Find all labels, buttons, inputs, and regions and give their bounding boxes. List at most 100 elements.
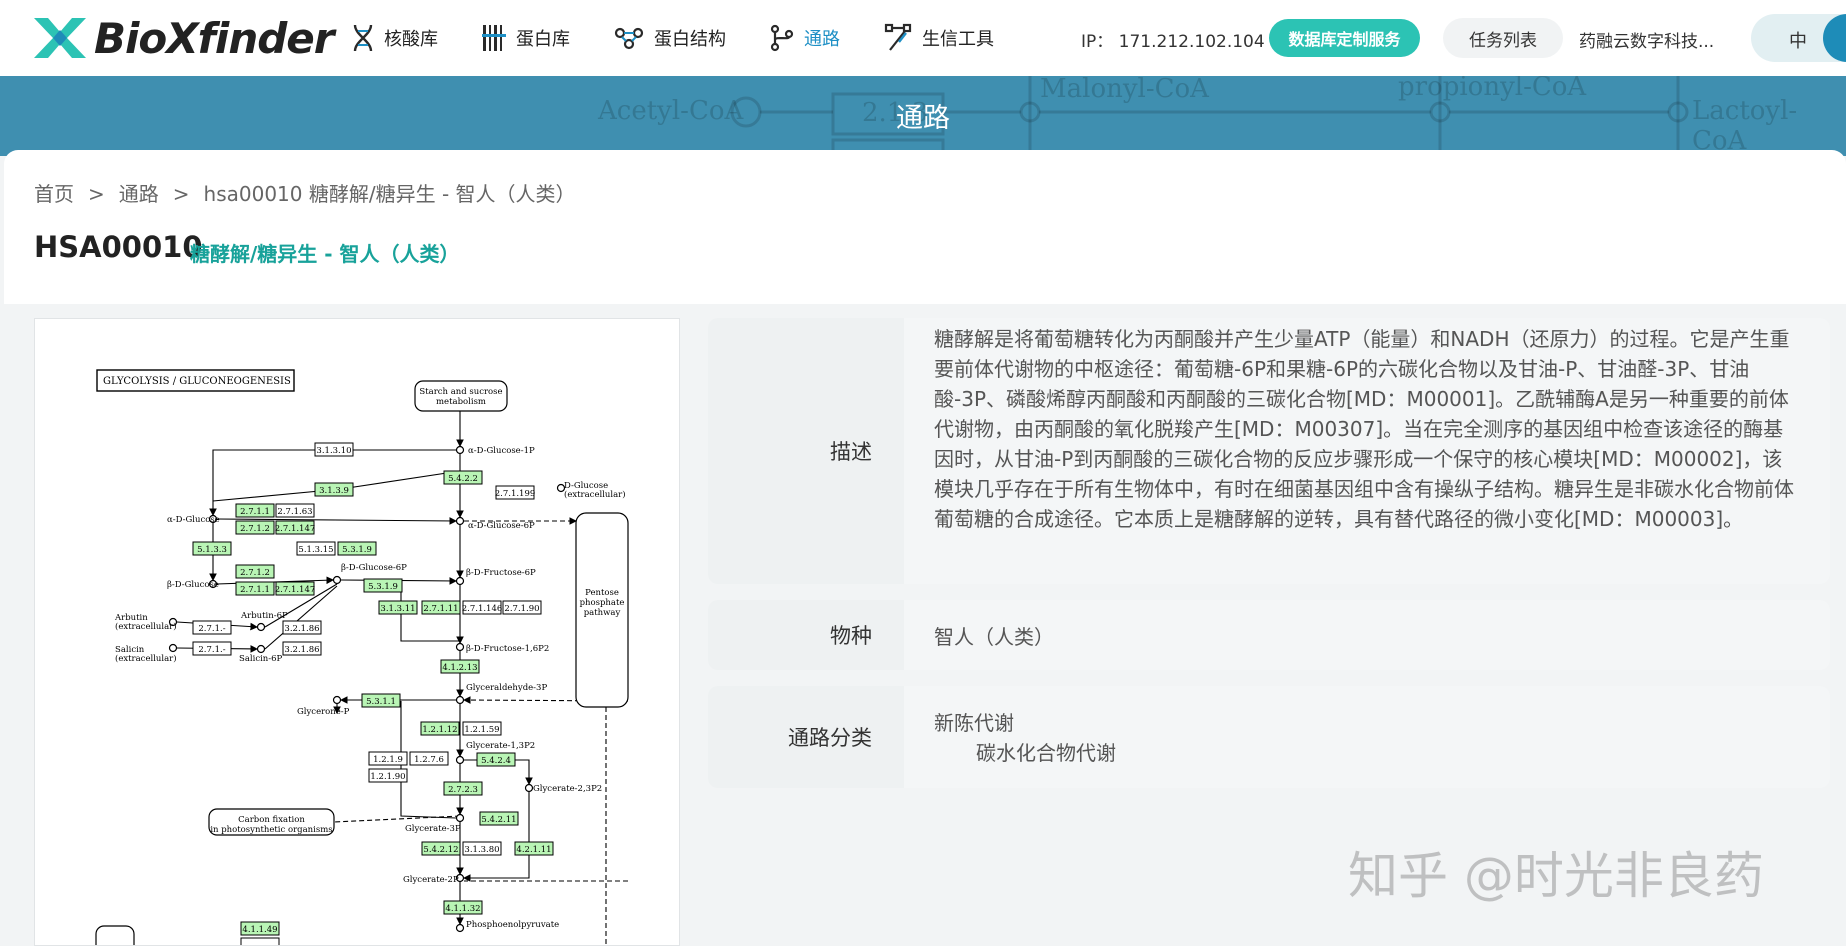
logo[interactable]: BioXfinder (34, 12, 334, 64)
compound-node[interactable] (455, 695, 465, 705)
enzyme-label: 5.4.2.12 (423, 845, 458, 855)
banner-title: 通路 (896, 103, 950, 134)
description-label: 描述 (830, 440, 872, 464)
nav-label: 蛋白库 (516, 29, 570, 50)
breadcrumb-pathway[interactable]: 通路 (119, 182, 159, 206)
compound-label: Glyceraldehyde-3P (466, 683, 547, 693)
enzyme-label: 2.7.2.3 (448, 785, 478, 795)
nav-nucleic-acid[interactable]: 核酸库 (352, 23, 438, 53)
enzyme-label: 3.2.1.86 (284, 645, 319, 655)
pathway-map[interactable]: GLYCOLYSIS / GLUCONEOGENESIS 3.1.3.10 5.4.… (34, 318, 680, 946)
page-banner: Acetyl-CoA 2.1.3 Malonyl-CoA propionyl-C… (0, 76, 1846, 156)
enzyme-label: 2.7.1.90 (504, 604, 539, 614)
compound-node[interactable] (455, 755, 465, 765)
compound-label: Phosphoenolpyruvate (466, 920, 559, 930)
map-link-label: in photosynthetic organisms (210, 825, 332, 835)
enzyme-label: 1.2.1.59 (464, 725, 499, 735)
nav-pathway[interactable]: 通路 (770, 24, 840, 52)
compound-label: Arbutin-6P (240, 611, 288, 621)
compound-label: α-D-Glucose-1P (468, 446, 535, 456)
enzyme-label: 3.1.3.9 (319, 486, 349, 496)
breadcrumb-home[interactable]: 首页 (34, 182, 74, 206)
compound-node[interactable] (256, 644, 266, 654)
compound-label: (extracellular) (115, 653, 177, 664)
compound-node[interactable] (168, 643, 178, 653)
nav-protein[interactable]: 蛋白库 (482, 24, 570, 52)
enzyme-label: 1.2.1.9 (373, 755, 403, 765)
bioxfinder-logo-mark (34, 18, 86, 58)
map-link-label: pathway (584, 608, 621, 618)
map-link-label: Starch and sucrose (419, 387, 502, 397)
category-value: 新陈代谢 碳水化合物代谢 (904, 686, 1830, 788)
ip-address: IP： 171.212.102.104 (1081, 32, 1265, 52)
pathway-id: HSA00010 (34, 230, 203, 264)
compound-node[interactable] (455, 642, 465, 652)
brand-name: BioXfinder (94, 13, 334, 63)
company-name[interactable]: 药融云数字科技... (1579, 27, 1714, 52)
enzyme-label: 5.1.3.15 (298, 545, 333, 555)
map-link-label: Pentose (585, 588, 619, 598)
compound-label: Glycerate-2P (403, 875, 459, 885)
enzyme-label: 5.4.2.4 (481, 756, 511, 766)
nav-protein-structure[interactable]: 蛋白结构 (614, 25, 726, 51)
compound-node[interactable] (256, 622, 266, 632)
nav-bioinfo-tools[interactable]: 生信工具 (884, 23, 994, 53)
category-label: 通路分类 (788, 726, 872, 750)
enzyme-label: 2.7.1.147 (275, 585, 316, 595)
dna-icon (353, 24, 373, 52)
enzyme-label: 3.1.3.10 (316, 446, 351, 456)
reaction-arrow (216, 576, 335, 585)
compound-node[interactable] (455, 576, 465, 586)
compound-label: α-D-Glucose-6P (468, 521, 535, 531)
top-navbar: BioXfinder 核酸库 蛋白库 蛋白结构 通路 生信工具 IP： 171.… (0, 0, 1846, 77)
breadcrumb: 首页 > 通路 > hsa00010 糖酵解/糖异生 - 智人（人类） (34, 178, 576, 207)
enzyme-label: 2.7.1.1 (240, 585, 270, 595)
compound-node[interactable] (455, 516, 465, 526)
enzyme-label: 5.3.1.1 (366, 697, 396, 707)
map-link-box[interactable] (95, 925, 135, 945)
enzyme-label: 2.7.1.- (198, 645, 225, 655)
enzyme-label: 1.2.1.90 (370, 772, 405, 782)
compound-node[interactable] (524, 783, 534, 793)
compound-node[interactable] (455, 813, 465, 823)
compound-node[interactable] (455, 923, 465, 933)
task-list-button[interactable]: 任务列表 (1443, 18, 1563, 58)
language-toggle-knob[interactable] (1823, 14, 1846, 62)
kegg-pathway-diagram[interactable]: GLYCOLYSIS / GLUCONEOGENESIS 3.1.3.10 5.4.… (35, 319, 679, 945)
map-link-label: metabolism (436, 397, 486, 407)
reaction-arrow (462, 792, 530, 882)
chevron-right-icon: > (172, 182, 190, 206)
enzyme-label: 5.4.2.11 (481, 815, 516, 825)
nav-label: 通路 (804, 29, 840, 50)
molecule-icon (614, 27, 644, 50)
enzyme-label: 3.1.3.80 (464, 845, 499, 855)
language-label: 中 (1789, 31, 1807, 52)
category-sub: 碳水化合物代谢 (976, 741, 1116, 765)
compound-node[interactable] (332, 575, 342, 585)
enzyme-label: 4.1.1.32 (445, 904, 480, 914)
enzyme-label: 2.7.1.63 (277, 507, 312, 517)
compound-label: α-D-Glucose (167, 515, 220, 525)
compound-node[interactable] (332, 695, 342, 705)
enzyme-label: 3.2.1.86 (284, 624, 319, 634)
nav-label: 蛋白结构 (654, 29, 726, 50)
compound-node[interactable] (455, 445, 465, 455)
enzyme-label: 5.1.3.3 (197, 545, 227, 555)
category-main: 新陈代谢 (934, 711, 1014, 735)
language-switch[interactable]: 中 (1751, 14, 1846, 62)
enzyme-label: 2.7.1.1 (240, 507, 270, 517)
database-custom-service-button[interactable]: 数据库定制服务 (1269, 19, 1420, 57)
species-label: 物种 (830, 624, 872, 648)
enzyme-label: 2.7.1.11 (423, 604, 458, 614)
enzyme-label: 2.7.1.2 (240, 524, 270, 534)
species-value: 智人（人类） (904, 600, 1830, 670)
enzyme-label: 4.1.1.49 (242, 925, 277, 935)
enzyme-label: 2.7.1.199 (495, 489, 536, 499)
nav-label: 核酸库 (384, 29, 438, 50)
enzyme-label: 4.1.2.13 (442, 663, 477, 673)
watermark: 知乎 @时光非良药 (1348, 847, 1764, 905)
enzyme-label: 4.2.1.11 (516, 845, 551, 855)
compound-label: Glycerone-P (297, 707, 350, 717)
species-row: 物种 智人（人类） (708, 600, 1830, 670)
compound-label: Glycerate-2,3P2 (533, 784, 602, 794)
